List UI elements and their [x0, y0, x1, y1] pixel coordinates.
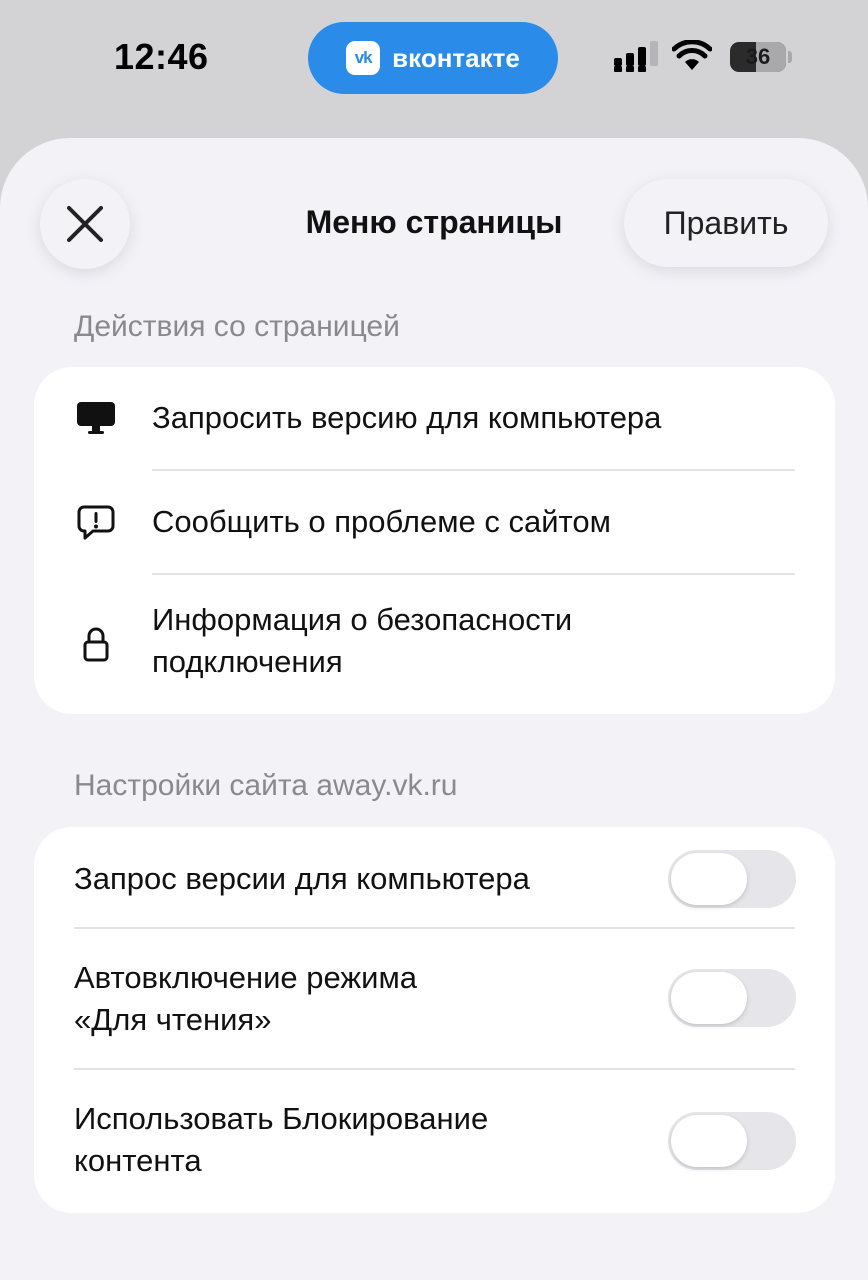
section-header-page-actions: Действия со страницей [74, 310, 400, 343]
action-label: Запросить версию для компьютера [152, 400, 662, 435]
action-label: Информация о безопасности подключения [152, 602, 573, 679]
edit-button[interactable]: Править [624, 179, 828, 267]
setting-label: Использовать Блокирование контента [74, 1101, 489, 1178]
action-report-problem[interactable]: Сообщить о проблеме с сайтом [34, 471, 835, 573]
toggle-knob [671, 1115, 747, 1167]
report-bubble-icon [74, 500, 118, 544]
toggle-knob [671, 853, 747, 905]
section-header-site-settings: Настройки сайта away.vk.ru [74, 769, 458, 802]
toggle-knob [671, 972, 747, 1024]
site-settings-card: Запрос версии для компьютера Автовключен… [34, 827, 835, 1213]
action-connection-security[interactable]: Информация о безопасности подключения [34, 575, 835, 714]
battery-level: 36 [745, 44, 771, 69]
page-actions-card: Запросить версию для компьютера Сообщить… [34, 367, 835, 714]
action-label: Сообщить о проблеме с сайтом [152, 504, 611, 539]
status-bar: 12:46 vk вконтакте 36 [0, 0, 868, 120]
setting-reader-mode: Автовключение режима «Для чтения» [34, 929, 835, 1068]
signal-icon [614, 41, 658, 72]
page-menu-sheet: Меню страницы Править Действия со страни… [0, 138, 868, 1280]
wifi-icon [672, 40, 712, 70]
setting-label: Автовключение режима «Для чтения» [74, 960, 418, 1037]
desktop-icon [74, 396, 118, 440]
toggle-reader-mode[interactable] [668, 969, 796, 1027]
lock-icon [74, 623, 118, 667]
toggle-content-blocking[interactable] [668, 1112, 796, 1170]
status-time: 12:46 [114, 36, 209, 77]
battery-icon: 36 [730, 42, 786, 72]
vk-logo: vk [346, 41, 381, 75]
toggle-request-desktop[interactable] [668, 850, 796, 908]
setting-label: Запрос версии для компьютера [74, 861, 530, 896]
app-pill[interactable]: vk вконтакте [308, 22, 558, 94]
action-request-desktop[interactable]: Запросить версию для компьютера [34, 367, 835, 469]
battery-cap [788, 51, 792, 63]
setting-content-blocking: Использовать Блокирование контента [34, 1070, 835, 1213]
app-name: вконтакте [392, 42, 520, 73]
setting-request-desktop: Запрос версии для компьютера [34, 827, 835, 927]
